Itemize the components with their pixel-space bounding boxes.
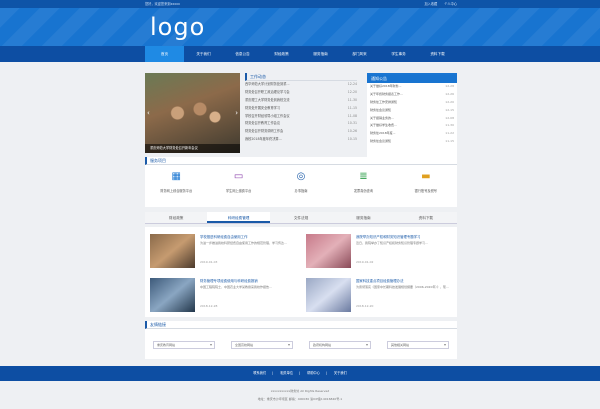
links-panel: 友情链接 重庆教育网站 全国高校网站 政府机构网站 其他相关网站 <box>145 321 457 359</box>
footer-link-help[interactable]: 帮助中心 <box>307 371 320 375</box>
nav-item-department[interactable]: 部门风采 <box>340 46 379 62</box>
slider-prev-icon[interactable]: ‹ <box>147 109 150 117</box>
address-text: 地址：重庆市沙坪坝区 邮编：400030 渝ICP备14016840号-1 <box>257 397 343 401</box>
nav-item-home[interactable]: 首页 <box>145 46 184 62</box>
article-item[interactable]: 学校推进科研经费自由使用工作 为进一步推进我校科研经费自由使用工作的规范管理，学… <box>145 229 297 271</box>
nav-item-guide[interactable]: 服务指南 <box>301 46 340 62</box>
links-select-education[interactable]: 重庆教育网站 <box>153 341 215 349</box>
news-item[interactable]: 财务处召开职工政治理论学习会 12-20 <box>245 89 357 97</box>
coins-icon: ≣ <box>359 171 368 182</box>
notice-item[interactable]: 关于年终财务报表工作... 12-26 <box>367 91 457 99</box>
slider-photo <box>155 93 230 133</box>
article-item[interactable]: 财务管理专项经费使用与科研经费报销 中国工程院院士、中国农业大学某教授来我校作报… <box>145 273 297 315</box>
links-title: 友情链接 <box>145 321 457 329</box>
links-select-other[interactable]: 其他相关网站 <box>387 341 449 349</box>
news-item[interactable]: 重庆理工大学财务处到我校交流 11-30 <box>245 97 357 105</box>
services-panel: 服务项目 ▦ 财务网上综合服务平台 ▭ 学生网上缴费平台 ◎ 办事指南 ≣ 发票… <box>145 157 457 207</box>
notice-item[interactable]: 关于做好学生收费... 11-30 <box>367 122 457 130</box>
tab-policy[interactable]: 财经政策 <box>145 212 207 223</box>
services-title: 服务项目 <box>145 157 457 165</box>
article-item[interactable]: 国家科技重点项目经费管理办法 为贯彻落实《国家中长期科技发展规划纲要（2006-… <box>301 273 453 315</box>
image-slider[interactable]: ‹ › 重庆师范大学财务处召开新年会议 <box>145 73 240 153</box>
tab-research-funds[interactable]: 科研经费管理 <box>207 212 270 223</box>
slider-caption[interactable]: 重庆师范大学财务处召开新年会议 <box>145 144 240 153</box>
links-select-government[interactable]: 政府机构网站 <box>309 341 371 349</box>
article-thumbnail[interactable] <box>306 234 351 268</box>
news-item[interactable]: 学校召开财经领导小组工作会议 11-08 <box>245 113 357 121</box>
notice-item[interactable]: 关于做好2018年财务... 12-28 <box>367 83 457 91</box>
top-bar: 您好，欢迎您来到xxxxx 加入收藏 个人中心 <box>0 0 600 8</box>
content-tabs: 财经政策 科研经费管理 文件法规 服务指南 资料下载 <box>145 212 457 224</box>
footer-nav: 联系我们 | 相关单位 | 帮助中心 | 关于我们 <box>0 366 600 381</box>
news-item[interactable]: 财务处开展安全教育学习 11-15 <box>245 105 357 113</box>
news-title: 工作动态 <box>245 73 357 81</box>
chart-icon: ▦ <box>171 171 181 182</box>
nav-item-downloads[interactable]: 资料下载 <box>418 46 457 62</box>
nav-item-about[interactable]: 关于我们 <box>184 46 223 62</box>
slider-next-icon[interactable]: › <box>235 109 238 117</box>
articles-panel: 学校推进科研经费自由使用工作 为进一步推进我校科研经费自由使用工作的规范管理，学… <box>145 227 457 317</box>
service-bank-account[interactable]: ▬ 银行账号及税号 <box>395 165 457 205</box>
service-invoice-check[interactable]: ≣ 发票真伪查询 <box>332 165 394 205</box>
card-icon: ▬ <box>421 171 431 182</box>
links-select-universities[interactable]: 全国高校网站 <box>231 341 293 349</box>
welcome-text: 您好，欢迎您来到xxxxx <box>145 2 180 6</box>
notice-title: 通知公告 <box>367 75 457 83</box>
service-guide[interactable]: ◎ 办事指南 <box>270 165 332 205</box>
notice-item[interactable]: 财务处2018年度... 11-22 <box>367 130 457 138</box>
personal-center-link[interactable]: 个人中心 <box>444 2 457 6</box>
article-item[interactable]: 我院举办知识产权和财务知识管理专题学习 近日，我院举办了知识产权和财务知识管理专… <box>301 229 453 271</box>
service-finance-platform[interactable]: ▦ 财务网上综合服务平台 <box>145 165 207 205</box>
article-thumbnail[interactable] <box>150 234 195 268</box>
footer-link-about[interactable]: 关于我们 <box>334 371 347 375</box>
monitor-icon: ▭ <box>233 171 244 182</box>
header-banner: logo <box>0 8 600 46</box>
notice-item[interactable]: 财务处会议通知 11-15 <box>367 138 457 146</box>
site-logo[interactable]: logo <box>150 13 205 41</box>
news-panel: 工作动态 西华师范大学计划财务处到重... 12-24 财务处召开职工政治理论学习… <box>245 73 357 157</box>
article-thumbnail[interactable] <box>306 278 351 312</box>
copyright-text: xxxxxxxxxxx财务处 All Rights Reserved <box>270 389 330 393</box>
main-nav: 首页 关于我们 信息公告 财经政策 服务指南 部门风采 学生事务 资料下载 <box>0 46 600 62</box>
notice-item[interactable]: 关于报销业务的... 12-08 <box>367 115 457 123</box>
compass-icon: ◎ <box>296 171 306 182</box>
footer: xxxxxxxxxxx财务处 All Rights Reserved 地址：重庆… <box>0 381 600 409</box>
tab-downloads[interactable]: 资料下载 <box>395 212 457 223</box>
notice-panel: 通知公告 关于做好2018年财务... 12-28 关于年终财务报表工作... 12… <box>367 73 457 157</box>
article-thumbnail[interactable] <box>150 278 195 312</box>
footer-link-contact[interactable]: 联系我们 <box>253 371 266 375</box>
notice-item[interactable]: 财务处工作安排通知 12-20 <box>367 99 457 107</box>
service-student-payment[interactable]: ▭ 学生网上缴费平台 <box>207 165 269 205</box>
add-favorite-link[interactable]: 加入收藏 <box>424 2 437 6</box>
tab-regulations[interactable]: 文件法规 <box>270 212 332 223</box>
tab-guide[interactable]: 服务指南 <box>332 212 394 223</box>
nav-item-students[interactable]: 学生事务 <box>379 46 418 62</box>
news-item[interactable]: 西华师范大学计划财务处到重... 12-24 <box>245 81 357 89</box>
news-item[interactable]: 我校2018年度年终决算... 10-15 <box>245 136 357 144</box>
footer-link-related[interactable]: 相关单位 <box>280 371 293 375</box>
news-item[interactable]: 财务处召开教育工作会议 10-31 <box>245 120 357 128</box>
notice-item[interactable]: 财务处会议通知 12-15 <box>367 107 457 115</box>
news-item[interactable]: 财务处召开财务调研工作会 10-26 <box>245 128 357 136</box>
nav-item-announcements[interactable]: 信息公告 <box>223 46 262 62</box>
nav-item-policy[interactable]: 财经政策 <box>262 46 301 62</box>
